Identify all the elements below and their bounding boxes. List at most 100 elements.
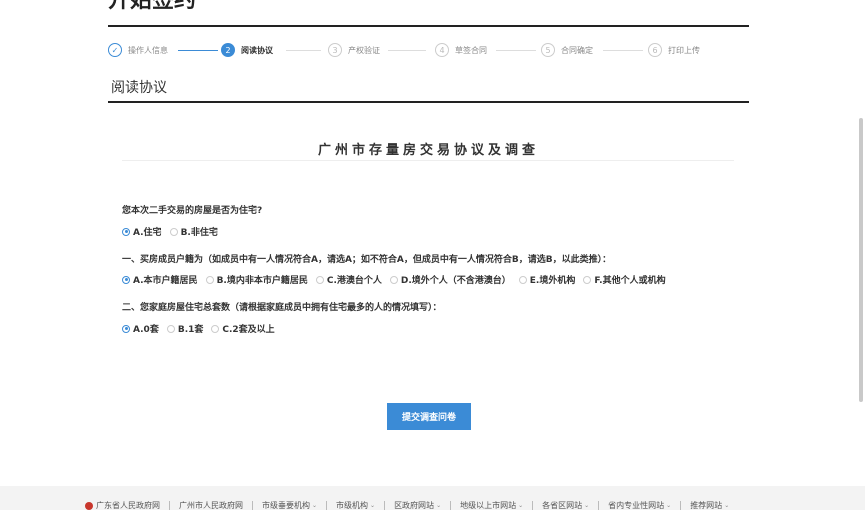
- radio-button[interactable]: [389, 275, 398, 284]
- footer-separator: [532, 501, 534, 510]
- radio-button[interactable]: [166, 324, 175, 333]
- options-household-registration: A.本市户籍居民 B.境内非本市户籍居民 C.港澳台个人 D.境外个人（不含港澳…: [122, 273, 674, 286]
- option-count-a[interactable]: A.0套: [122, 322, 159, 335]
- footer-separator: [450, 501, 452, 510]
- radio-button[interactable]: [122, 324, 130, 333]
- footer-link-district-sites[interactable]: 区政府网站 ⌄: [394, 500, 441, 511]
- footer-link-province-sites[interactable]: 各省区网站 ⌄: [542, 500, 589, 511]
- page-title: 开始签约: [108, 0, 197, 13]
- footer-link-recommended[interactable]: 推荐网站 ⌄: [690, 500, 729, 511]
- chevron-down-icon: ⌄: [370, 502, 376, 509]
- option-registration-a[interactable]: A.本市户籍居民: [122, 273, 198, 286]
- check-icon: ✓: [108, 43, 122, 57]
- question-house-count: 二、您家庭房屋住宅总套数（请根据家庭成员中拥有住宅最多的人的情况填写）：: [122, 303, 442, 313]
- options-house-count: A.0套 B.1套 C.2套及以上: [122, 322, 283, 335]
- option-label: C.港澳台个人: [326, 276, 382, 286]
- section-title: 阅读协议: [111, 80, 167, 96]
- scrollbar[interactable]: [859, 118, 863, 402]
- step-number: 2: [221, 43, 235, 57]
- option-residential-b[interactable]: B.非住宅: [169, 225, 218, 238]
- footer-link-label: 市级机构: [336, 501, 369, 510]
- step-label: 草签合同: [455, 45, 487, 55]
- step-label: 操作人信息: [128, 45, 168, 55]
- radio-button[interactable]: [122, 275, 130, 284]
- option-label: B.非住宅: [180, 228, 218, 238]
- option-label: C.2套及以上: [222, 325, 275, 335]
- emblem-icon: [85, 501, 93, 510]
- step-contract-confirm: 5 合同确定: [541, 41, 593, 59]
- option-registration-e[interactable]: E.境外机构: [518, 273, 576, 286]
- chevron-down-icon: ⌄: [666, 502, 672, 509]
- step-draft-contract: 4 草签合同: [435, 41, 487, 59]
- option-label: D.境外个人（不含港澳台）: [400, 276, 511, 286]
- footer-separator: [252, 501, 253, 510]
- option-label: F.其他个人或机构: [594, 276, 666, 286]
- footer-separator: [326, 501, 328, 510]
- step-label: 阅读协议: [241, 45, 273, 55]
- option-count-b[interactable]: B.1套: [166, 322, 204, 335]
- footer-link-prefecture-sites[interactable]: 地级以上市网站 ⌄: [460, 500, 523, 511]
- footer-link-guangzhou-gov[interactable]: 广州市人民政府网: [179, 500, 243, 511]
- chevron-down-icon: ⌄: [584, 502, 590, 509]
- option-label: A.住宅: [133, 228, 162, 238]
- radio-button[interactable]: [122, 227, 130, 236]
- option-registration-b[interactable]: B.境内非本市户籍居民: [205, 273, 308, 286]
- step-number: 3: [328, 43, 342, 57]
- radio-button[interactable]: [315, 275, 324, 284]
- step-connector: [388, 50, 426, 51]
- step-label: 产权验证: [348, 45, 380, 55]
- radio-button[interactable]: [211, 324, 220, 333]
- option-registration-d[interactable]: D.境外个人（不含港澳台）: [389, 273, 511, 286]
- footer-link-city-agencies[interactable]: 市级垂要机构 ⌄: [262, 500, 317, 511]
- step-connector: [496, 50, 536, 51]
- step-number: 5: [541, 43, 555, 57]
- footer-link-label: 地级以上市网站: [460, 501, 517, 510]
- chevron-down-icon: ⌄: [436, 502, 442, 509]
- footer-link-label: 省内专业性网站: [608, 501, 665, 510]
- radio-button[interactable]: [169, 227, 178, 236]
- options-residential: A.住宅 B.非住宅: [122, 225, 226, 238]
- document-divider: [122, 160, 734, 161]
- progress-steps: ✓ 操作人信息 2 阅读协议 3 产权验证 4 草签合同 5 合同确定 6 打印…: [108, 41, 749, 59]
- section-divider: [108, 101, 749, 103]
- option-label: E.境外机构: [529, 276, 576, 286]
- footer-link-label: 市级垂要机构: [262, 501, 310, 510]
- chevron-down-icon: ⌄: [724, 502, 730, 509]
- option-label: B.境内非本市户籍居民: [216, 276, 308, 286]
- footer-link-city-institutions[interactable]: 市级机构 ⌄: [336, 500, 375, 511]
- chevron-down-icon: ⌄: [518, 502, 524, 509]
- step-operator-info: ✓ 操作人信息: [108, 41, 168, 59]
- step-number: 6: [648, 43, 662, 57]
- radio-button[interactable]: [518, 275, 527, 284]
- footer-links: 广东省人民政府网 广州市人民政府网 市级垂要机构 ⌄ 市级机构 ⌄ 区政府网站 …: [85, 500, 729, 511]
- chevron-down-icon: ⌄: [312, 502, 318, 509]
- step-print-upload: 6 打印上传: [648, 41, 700, 59]
- question-residential: 您本次二手交易的房屋是否为住宅?: [122, 206, 263, 216]
- option-registration-c[interactable]: C.港澳台个人: [315, 273, 382, 286]
- footer-link-label: 广州市人民政府网: [179, 501, 243, 510]
- radio-button[interactable]: [583, 275, 592, 284]
- submit-survey-button[interactable]: 提交调查问卷: [387, 403, 471, 430]
- document-title: 广州市存量房交易协议及调查: [317, 143, 539, 158]
- option-count-c[interactable]: C.2套及以上: [211, 322, 275, 335]
- option-residential-a[interactable]: A.住宅: [122, 225, 162, 238]
- footer-link-professional-sites[interactable]: 省内专业性网站 ⌄: [608, 500, 671, 511]
- step-read-agreement: 2 阅读协议: [221, 41, 273, 59]
- step-label: 打印上传: [668, 45, 700, 55]
- step-label: 合同确定: [561, 45, 593, 55]
- step-number: 4: [435, 43, 449, 57]
- step-connector: [286, 50, 321, 51]
- footer-separator: [598, 501, 600, 510]
- option-label: B.1套: [177, 325, 204, 335]
- footer-link-guangdong-gov[interactable]: 广东省人民政府网: [85, 500, 160, 511]
- footer-link-label: 推荐网站: [690, 501, 723, 510]
- question-household-registration: 一、买房成员户籍为（如成员中有一人情况符合A，请选A；如不符合A，但成员中有一人…: [122, 255, 612, 265]
- option-registration-f[interactable]: F.其他个人或机构: [583, 273, 666, 286]
- option-label: A.本市户籍居民: [133, 276, 198, 286]
- footer-link-label: 区政府网站: [394, 501, 435, 510]
- radio-button[interactable]: [205, 275, 214, 284]
- footer-separator: [384, 501, 386, 510]
- step-connector: [603, 50, 643, 51]
- footer-link-label: 各省区网站: [542, 501, 583, 510]
- step-title-verify: 3 产权验证: [328, 41, 380, 59]
